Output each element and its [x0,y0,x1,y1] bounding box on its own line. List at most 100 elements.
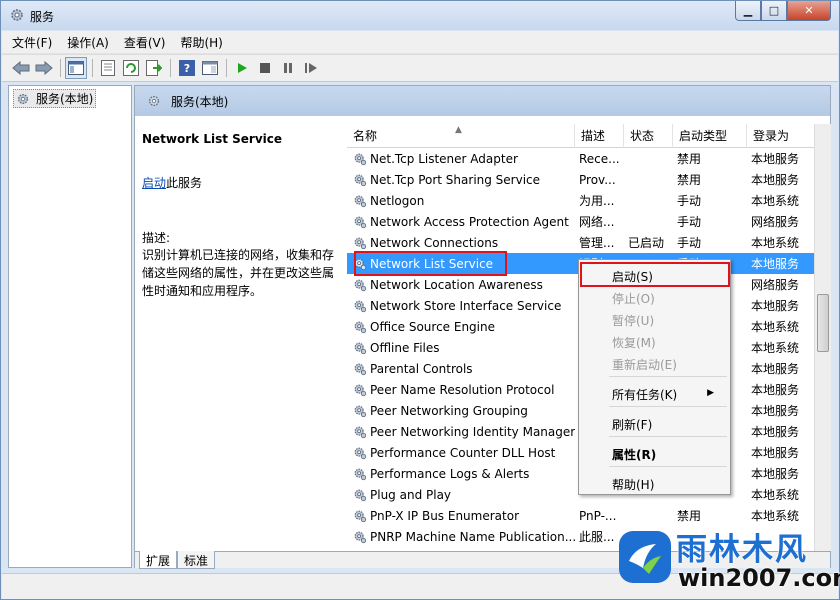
cell-name: Network Store Interface Service [347,299,575,313]
context-menu-refresh[interactable]: 刷新(F) [612,416,652,433]
cell-name: Peer Networking Grouping [347,404,575,418]
context-menu-all-tasks[interactable]: 所有任务(K) ▶ [612,386,724,403]
service-gear-icon [354,342,367,354]
cell-logon-as: 本地服务 [751,404,800,418]
service-gear-icon [354,279,367,291]
context-menu-separator [609,376,727,377]
cell-logon-as: 本地服务 [751,425,800,439]
service-name: Office Source Engine [370,319,495,334]
context-menu-separator [609,406,727,407]
column-header-status[interactable]: 状态 [624,124,673,148]
vertical-scrollbar[interactable] [814,124,831,551]
menu-help[interactable]: 帮助(H) [180,34,222,51]
service-name: PnP-X IP Bus Enumerator [370,508,519,523]
cell-logon-as: 本地服务 [751,467,800,481]
forward-arrow-icon[interactable] [33,57,55,79]
toolbar: ? [2,54,838,82]
context-menu-separator [609,436,727,437]
cell-name: Peer Name Resolution Protocol [347,383,575,397]
back-arrow-icon[interactable] [10,57,32,79]
context-menu-resume[interactable]: 恢复(M) [612,334,656,351]
cell-logon-as: 本地服务 [751,383,800,397]
cell-name: Network Connections [347,236,575,250]
service-name: Netlogon [370,193,425,208]
cell-logon-as: 本地系统 [751,194,800,208]
context-menu-help[interactable]: 帮助(H) [612,476,654,493]
column-header-startup-type[interactable]: 启动类型 [673,124,747,148]
console-tree: 服务(本地) [8,85,132,568]
minimize-icon: ▁ [743,4,753,17]
watermark-brand: 雨林木风 [676,532,808,568]
service-gear-icon [354,510,367,522]
context-menu: 启动(S) 停止(O) 暂停(U) 恢复(M) 重新启动(E) 所有任务(K) … [578,259,731,495]
title-bar[interactable]: 服务 ▁ □ ✕ [1,1,839,30]
table-row[interactable]: Netlogon 为用... 手动 本地系统 [347,190,819,211]
service-name: Plug and Play [370,487,452,502]
service-gear-icon [354,489,367,501]
cell-name: Performance Logs & Alerts [347,467,575,481]
tab-standard[interactable]: 标准 [177,551,216,569]
services-gear-icon [17,93,29,104]
service-gear-icon [354,174,367,186]
cell-description: 网络... [579,215,615,229]
cell-name: Performance Counter DLL Host [347,446,575,460]
context-menu-properties[interactable]: 属性(R) [612,446,656,463]
scroll-thumb[interactable] [817,294,829,352]
start-service-row: 启动此服务 [142,174,340,191]
properties-icon[interactable] [97,57,119,79]
service-gear-icon [354,447,367,459]
cell-logon-as: 本地系统 [751,341,800,355]
maximize-button[interactable]: □ [761,1,787,21]
start-service-suffix: 此服务 [166,176,203,190]
service-name: Performance Counter DLL Host [370,445,556,460]
service-gear-icon [354,468,367,480]
service-name: Parental Controls [370,361,473,376]
service-gear-icon [354,531,367,543]
restart-service-icon[interactable] [300,57,322,79]
start-service-icon[interactable] [231,57,253,79]
column-header-name[interactable]: ▲ 名称 [347,124,575,148]
tree-item-services-local[interactable]: 服务(本地) [13,89,97,108]
pause-service-icon[interactable] [277,57,299,79]
context-menu-start[interactable]: 启动(S) [612,268,653,285]
cell-logon-as: 本地服务 [751,446,800,460]
table-row[interactable]: Net.Tcp Listener Adapter Rece... 禁用 本地服务 [347,148,819,169]
cell-name: Peer Networking Identity Manager [347,425,575,439]
service-gear-icon [354,153,367,165]
cell-name: Network Access Protection Agent [347,215,575,229]
table-row[interactable]: Network Connections 管理... 已启动 手动 本地系统 [347,232,819,253]
column-header-label: 启动类型 [679,129,728,143]
cell-startup-type: 禁用 [677,152,702,166]
service-name: Peer Networking Identity Manager [370,424,575,439]
context-menu-stop[interactable]: 停止(O) [612,290,655,307]
column-header-label: 名称 [353,129,378,143]
minimize-button[interactable]: ▁ [735,1,761,21]
table-row[interactable]: Net.Tcp Port Sharing Service Prov... 禁用 本地服… [347,169,819,190]
cell-logon-as: 本地系统 [751,236,800,250]
description-pane: Network List Service 启动此服务 描述: 识别计算机已连接的… [135,116,347,551]
column-header-logon-as[interactable]: 登录为 [747,124,819,148]
service-gear-icon [354,405,367,417]
cell-logon-as: 本地服务 [751,299,800,313]
column-header-description[interactable]: 描述 [575,124,624,148]
show-pane-icon[interactable] [199,57,221,79]
context-menu-restart[interactable]: 重新启动(E) [612,356,677,373]
tab-extended[interactable]: 扩展 [139,551,178,569]
close-button[interactable]: ✕ [787,1,831,21]
menu-action[interactable]: 操作(A) [67,34,109,51]
start-service-link[interactable]: 启动 [142,176,166,190]
refresh-icon[interactable] [120,57,142,79]
service-gear-icon [354,237,367,249]
cell-name: Plug and Play [347,488,575,502]
export-icon[interactable] [143,57,165,79]
cell-logon-as: 本地服务 [751,257,800,271]
cell-description: Rece... [579,151,620,166]
menu-file[interactable]: 文件(F) [12,34,52,51]
cell-logon-as: 本地服务 [751,152,800,166]
menu-view[interactable]: 查看(V) [124,34,166,51]
console-tree-icon[interactable] [65,57,87,79]
table-row[interactable]: Network Access Protection Agent 网络... 手动 网络… [347,211,819,232]
help-icon[interactable]: ? [179,60,195,76]
stop-service-icon[interactable] [254,57,276,79]
context-menu-pause[interactable]: 暂停(U) [612,312,654,329]
